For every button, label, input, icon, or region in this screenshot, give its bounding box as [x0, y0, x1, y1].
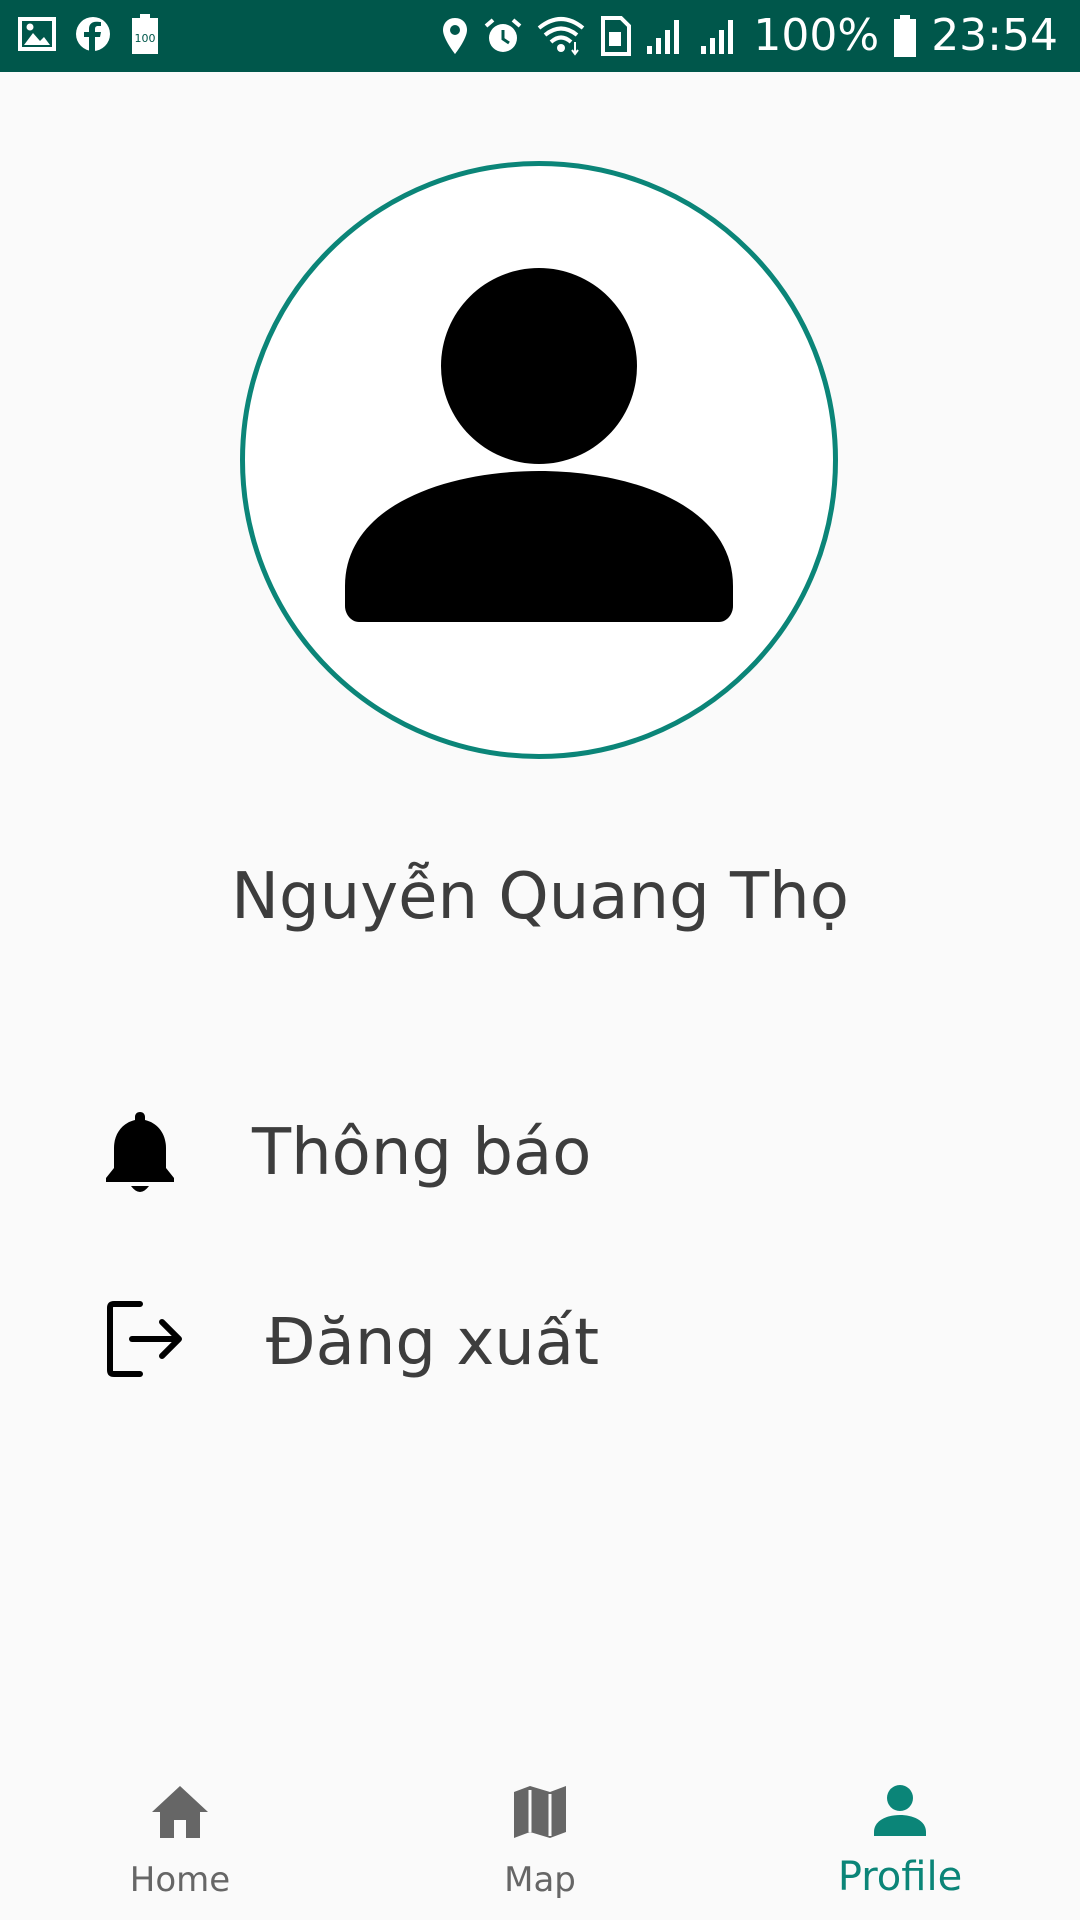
- person-placeholder-icon: [345, 268, 733, 622]
- nav-item-home[interactable]: Home: [0, 1760, 360, 1920]
- sim-icon: [599, 16, 632, 56]
- signal-2-icon: [699, 16, 739, 56]
- nav-item-map[interactable]: Map: [360, 1760, 720, 1920]
- person-icon: [870, 1782, 930, 1846]
- logout-menu-item[interactable]: Đăng xuất: [100, 1276, 980, 1406]
- bottom-navigation: Home Map Profile: [0, 1760, 1080, 1920]
- status-bar-system: 100% 23:54: [441, 8, 1058, 64]
- notifications-label: Thông báo: [252, 1116, 592, 1190]
- status-bar-notifications: 100: [18, 14, 160, 54]
- nav-label-map: Map: [504, 1860, 576, 1900]
- gallery-icon: [18, 15, 56, 53]
- battery-icon: [893, 15, 917, 57]
- notifications-menu-item[interactable]: Thông báo: [100, 1090, 980, 1220]
- user-name: Nguyễn Quang Thọ: [231, 860, 849, 934]
- bell-icon: [104, 1106, 176, 1202]
- clock: 23:54: [931, 10, 1058, 61]
- location-icon: [441, 16, 469, 56]
- facebook-icon: [74, 15, 112, 53]
- logout-icon: [106, 1298, 186, 1384]
- map-icon: [510, 1782, 570, 1846]
- signal-1-icon: [645, 16, 685, 56]
- svg-text:100: 100: [135, 32, 156, 45]
- wifi-icon: [537, 16, 585, 56]
- nav-label-profile: Profile: [837, 1854, 963, 1900]
- nav-item-profile[interactable]: Profile: [720, 1760, 1080, 1920]
- profile-avatar[interactable]: [240, 161, 838, 759]
- battery-percent: 100%: [753, 10, 880, 61]
- status-bar: 100 100% 23:54: [0, 0, 1080, 72]
- home-icon: [150, 1782, 210, 1846]
- logout-label: Đăng xuất: [266, 1306, 600, 1380]
- alarm-icon: [483, 16, 523, 56]
- battery-100-icon: 100: [130, 14, 160, 54]
- profile-screen: 100 100% 23:54 Nguyễn Quang Thọ Thông bá…: [0, 0, 1080, 1920]
